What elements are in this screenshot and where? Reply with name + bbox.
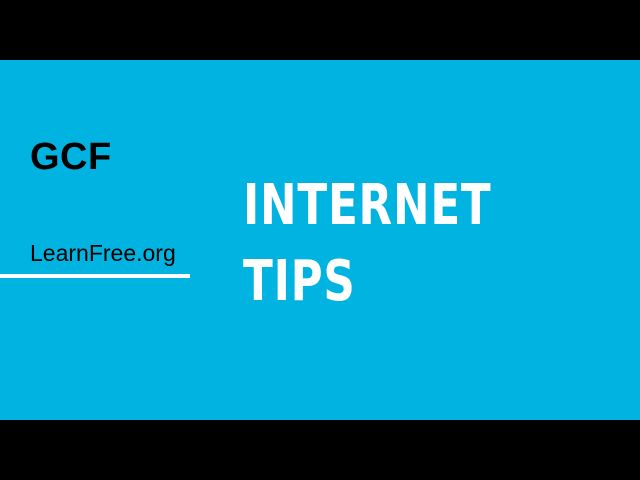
letterbox-top	[0, 0, 640, 60]
logo-brand: GCF	[30, 136, 112, 178]
video-frame: GCF LearnFree.org INTERNET TIPS	[0, 0, 640, 480]
letterbox-bottom	[0, 420, 640, 480]
logo-underline	[0, 274, 190, 278]
logo-site-name: LearnFree.org	[30, 240, 176, 266]
title-line-2: TIPS	[243, 249, 356, 314]
title-line-1: INTERNET	[243, 173, 492, 238]
title-card-heading: INTERNET TIPS	[243, 168, 492, 320]
